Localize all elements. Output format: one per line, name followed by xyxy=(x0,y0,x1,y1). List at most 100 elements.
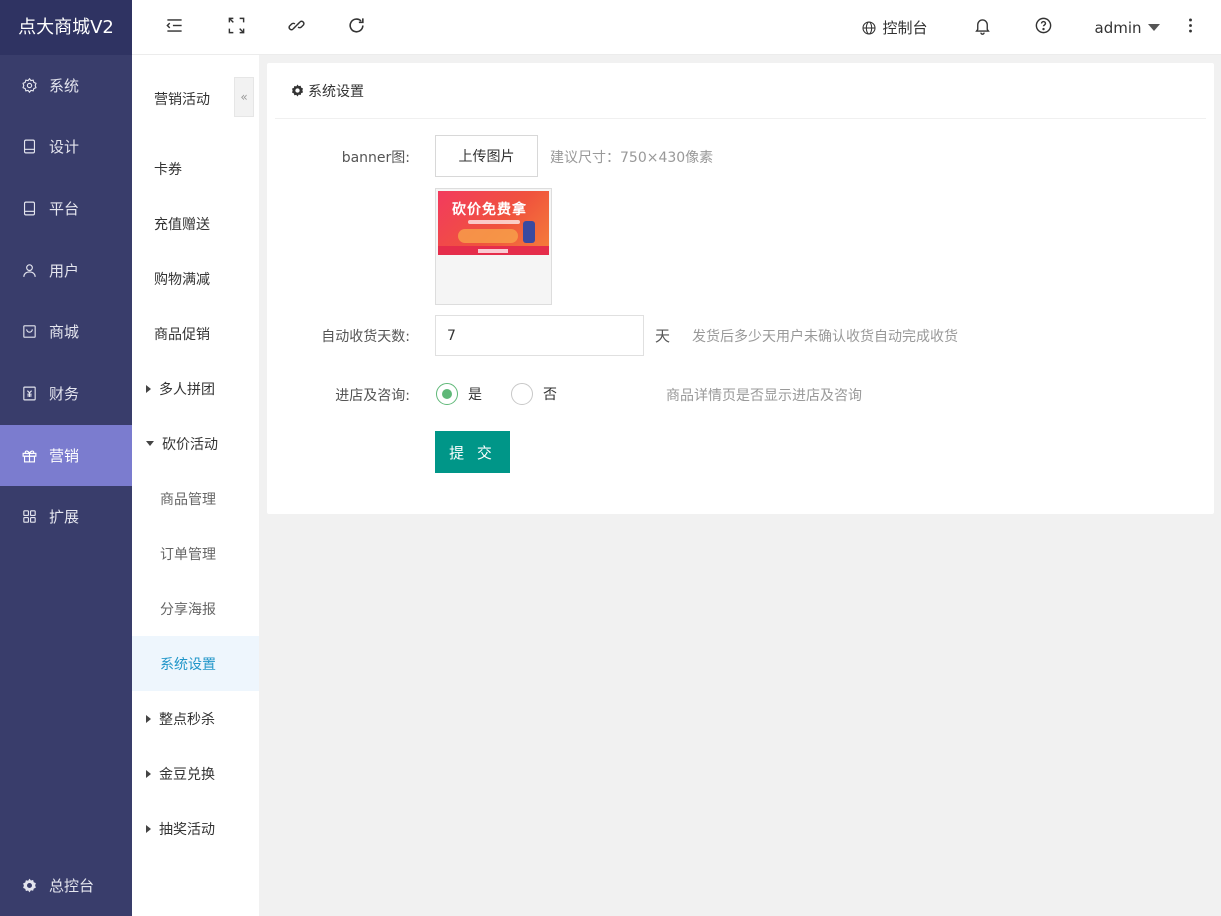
refresh-button[interactable] xyxy=(342,0,370,55)
collapse-subnav-button[interactable]: « xyxy=(234,77,254,117)
subnav-item-bean-exchange[interactable]: 金豆兑换 xyxy=(132,746,259,801)
sidebar-item-label: 平台 xyxy=(49,200,80,218)
more-vertical-icon xyxy=(1181,16,1200,39)
help-button[interactable] xyxy=(1029,0,1057,55)
sidebar-item-marketing[interactable]: 营销 xyxy=(0,425,132,486)
sub-sidebar: 营销活动 « 卡券 充值赠送 购物满减 商品促销 多人拼团 砍价活动 商品管理 … xyxy=(132,55,259,916)
banner-footer-text xyxy=(478,249,508,253)
sidebar-item-shop[interactable]: 商城 xyxy=(0,301,132,362)
banner-image: 砍价免费拿 xyxy=(438,191,549,255)
card-title: 系统设置 xyxy=(308,83,364,100)
sidebar-item-users[interactable]: 用户 xyxy=(0,240,132,301)
fullscreen-icon xyxy=(227,16,246,39)
store-consult-label: 进店及咨询: xyxy=(335,388,410,404)
sidebar-item-label: 财务 xyxy=(49,385,80,403)
link-button[interactable] xyxy=(282,0,310,55)
refresh-icon xyxy=(347,16,366,39)
submit-button[interactable]: 提 交 xyxy=(435,431,510,473)
tablet-icon xyxy=(20,138,38,156)
notification-button[interactable] xyxy=(968,0,996,55)
subnav-item-label: 多人拼团 xyxy=(159,381,215,398)
store-consult-no-radio[interactable]: 否 xyxy=(511,383,557,405)
sidebar-item-system[interactable]: 系统 xyxy=(0,55,132,116)
caret-right-icon xyxy=(146,769,151,778)
banner-decoration xyxy=(523,221,535,243)
sidebar-item-platform[interactable]: 平台 xyxy=(0,178,132,239)
upload-image-button[interactable]: 上传图片 xyxy=(435,135,538,177)
banner-label: banner图: xyxy=(341,150,410,166)
caret-right-icon xyxy=(146,824,151,833)
auto-receive-unit: 天 xyxy=(655,327,671,345)
more-button[interactable] xyxy=(1178,0,1202,55)
subnav-item-bargain[interactable]: 砍价活动 xyxy=(132,416,259,471)
subnav-item-label: 系统设置 xyxy=(160,656,216,673)
gear-icon xyxy=(20,77,38,95)
subnav-item-label: 金豆兑换 xyxy=(159,766,215,783)
main-sidebar: 点大商城V2 系统 设计 平台 用户 商城 财务 营销 扩展 总控台 xyxy=(0,0,132,916)
subnav-item-label: 抽奖活动 xyxy=(159,821,215,838)
radio-unchecked-icon xyxy=(511,383,533,405)
user-name: admin xyxy=(1094,18,1142,37)
fullscreen-button[interactable] xyxy=(222,0,250,55)
banner-image-subline xyxy=(468,220,520,224)
radio-label: 是 xyxy=(468,387,482,403)
user-icon xyxy=(20,262,38,280)
sidebar-item-extend[interactable]: 扩展 xyxy=(0,486,132,547)
banner-thumbnail[interactable]: 砍价免费拿 xyxy=(435,188,552,305)
auto-receive-hint: 发货后多少天用户未确认收货自动完成收货 xyxy=(692,329,958,345)
subnav-item-label: 砍价活动 xyxy=(162,436,218,453)
question-icon xyxy=(1034,16,1053,39)
sidebar-item-finance[interactable]: 财务 xyxy=(0,363,132,424)
caret-right-icon xyxy=(146,714,151,723)
subnav-item-product-manage[interactable]: 商品管理 xyxy=(132,471,259,526)
subnav-item-label: 订单管理 xyxy=(160,546,216,563)
subnav-item-system-settings[interactable]: 系统设置 xyxy=(132,636,259,691)
bell-icon xyxy=(973,16,992,39)
subnav-item-label: 充值赠送 xyxy=(154,216,210,233)
subnav-item-label: 商品管理 xyxy=(160,491,216,508)
sidebar-item-label: 营销 xyxy=(49,447,80,465)
indent-icon xyxy=(165,16,184,39)
settings-card: 系统设置 banner图: 上传图片 建议尺寸：750×430像素 砍价免费拿 … xyxy=(267,63,1214,514)
finance-icon xyxy=(20,385,38,403)
subnav-item-label: 购物满减 xyxy=(154,271,210,288)
store-consult-hint: 商品详情页是否显示进店及咨询 xyxy=(666,388,862,404)
radio-checked-icon xyxy=(436,383,458,405)
shop-icon xyxy=(20,323,38,341)
menu-toggle-button[interactable] xyxy=(160,0,188,55)
subnav-item-product-promotion[interactable]: 商品促销 xyxy=(132,306,259,361)
double-chevron-left-icon: « xyxy=(240,90,248,104)
gear-icon xyxy=(291,84,308,97)
sidebar-item-master-console[interactable]: 总控台 xyxy=(0,854,132,916)
banner-decoration xyxy=(458,229,518,243)
sidebar-item-label: 商城 xyxy=(49,323,80,341)
subnav-item-lottery[interactable]: 抽奖活动 xyxy=(132,801,259,856)
subnav-item-full-reduction[interactable]: 购物满减 xyxy=(132,251,259,306)
subnav-item-recharge-gift[interactable]: 充值赠送 xyxy=(132,196,259,251)
banner-size-hint: 建议尺寸：750×430像素 xyxy=(550,150,714,166)
grid-icon xyxy=(20,508,38,526)
sidebar-item-design[interactable]: 设计 xyxy=(0,116,132,177)
auto-receive-days-input[interactable] xyxy=(435,315,644,356)
subnav-item-label: 商品促销 xyxy=(154,326,210,343)
tablet-icon xyxy=(20,200,38,218)
subnav-item-label: 分享海报 xyxy=(160,601,216,618)
auto-receive-label: 自动收货天数: xyxy=(321,329,410,345)
card-header: 系统设置 xyxy=(275,63,1206,119)
subnav-item-order-manage[interactable]: 订单管理 xyxy=(132,526,259,581)
sidebar-item-label: 系统 xyxy=(49,77,80,95)
subnav-item-label: 卡券 xyxy=(154,161,182,178)
subnav-item-flash-sale[interactable]: 整点秒杀 xyxy=(132,691,259,746)
store-consult-yes-radio[interactable]: 是 xyxy=(436,383,482,405)
subnav-item-coupons[interactable]: 卡券 xyxy=(132,141,259,196)
caret-down-icon xyxy=(1147,24,1160,31)
subnav-item-label: 整点秒杀 xyxy=(159,711,215,728)
user-menu[interactable]: admin xyxy=(1092,0,1162,55)
sidebar-item-label: 扩展 xyxy=(49,508,80,526)
subnav-item-share-poster[interactable]: 分享海报 xyxy=(132,581,259,636)
subnav-item-group-buy[interactable]: 多人拼团 xyxy=(132,361,259,416)
console-link[interactable]: 控制台 xyxy=(857,0,932,55)
caret-right-icon xyxy=(146,384,151,393)
app-logo: 点大商城V2 xyxy=(0,0,132,55)
subnav-title: 营销活动 xyxy=(154,92,210,108)
